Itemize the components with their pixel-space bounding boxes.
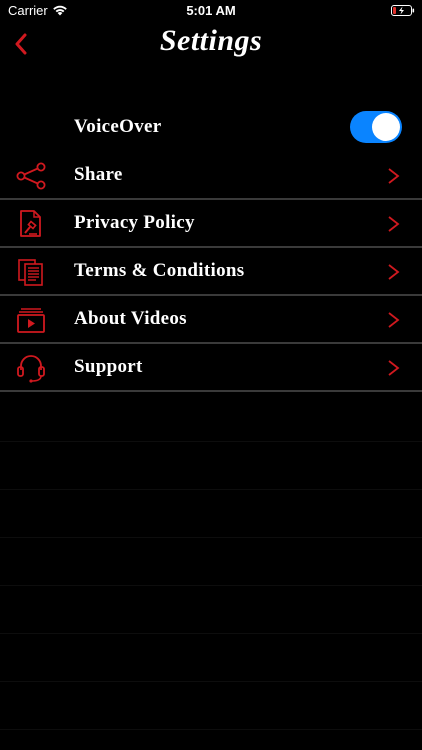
- settings-item-share[interactable]: Share: [0, 152, 422, 200]
- voiceover-label: VoiceOver: [74, 116, 162, 137]
- battery-charging-icon: [391, 5, 415, 16]
- empty-list-area: [0, 394, 422, 750]
- settings-item-label: Support: [74, 356, 143, 377]
- page-title: Settings: [159, 24, 263, 57]
- settings-item-label: About Videos: [74, 308, 187, 329]
- share-icon: [16, 162, 46, 190]
- chevron-right-icon: [388, 168, 400, 184]
- settings-item-about-videos[interactable]: About Videos: [0, 296, 422, 344]
- settings-item-privacy-policy[interactable]: Privacy Policy: [0, 200, 422, 248]
- settings-item-terms-conditions[interactable]: Terms & Conditions: [0, 248, 422, 296]
- chevron-right-icon: [388, 264, 400, 280]
- settings-list: VoiceOver Share Privacy Policy Terms & C…: [0, 104, 422, 392]
- voiceover-row: VoiceOver: [0, 104, 422, 152]
- settings-item-label: Privacy Policy: [74, 212, 195, 233]
- video-icon: [16, 306, 46, 334]
- headset-icon: [16, 354, 46, 383]
- settings-item-label: Share: [74, 164, 123, 185]
- settings-item-label: Terms & Conditions: [74, 260, 245, 281]
- navigation-bar: Settings: [0, 22, 422, 68]
- status-time: 5:01 AM: [186, 3, 236, 18]
- chevron-right-icon: [388, 360, 400, 376]
- chevron-right-icon: [388, 312, 400, 328]
- documents-icon: [16, 258, 46, 286]
- chevron-right-icon: [388, 216, 400, 232]
- toggle-knob: [372, 113, 400, 141]
- privacy-document-icon: [16, 210, 46, 238]
- settings-item-support[interactable]: Support: [0, 344, 422, 392]
- voiceover-toggle[interactable]: [350, 111, 402, 143]
- status-bar: Carrier 5:01 AM: [0, 0, 422, 22]
